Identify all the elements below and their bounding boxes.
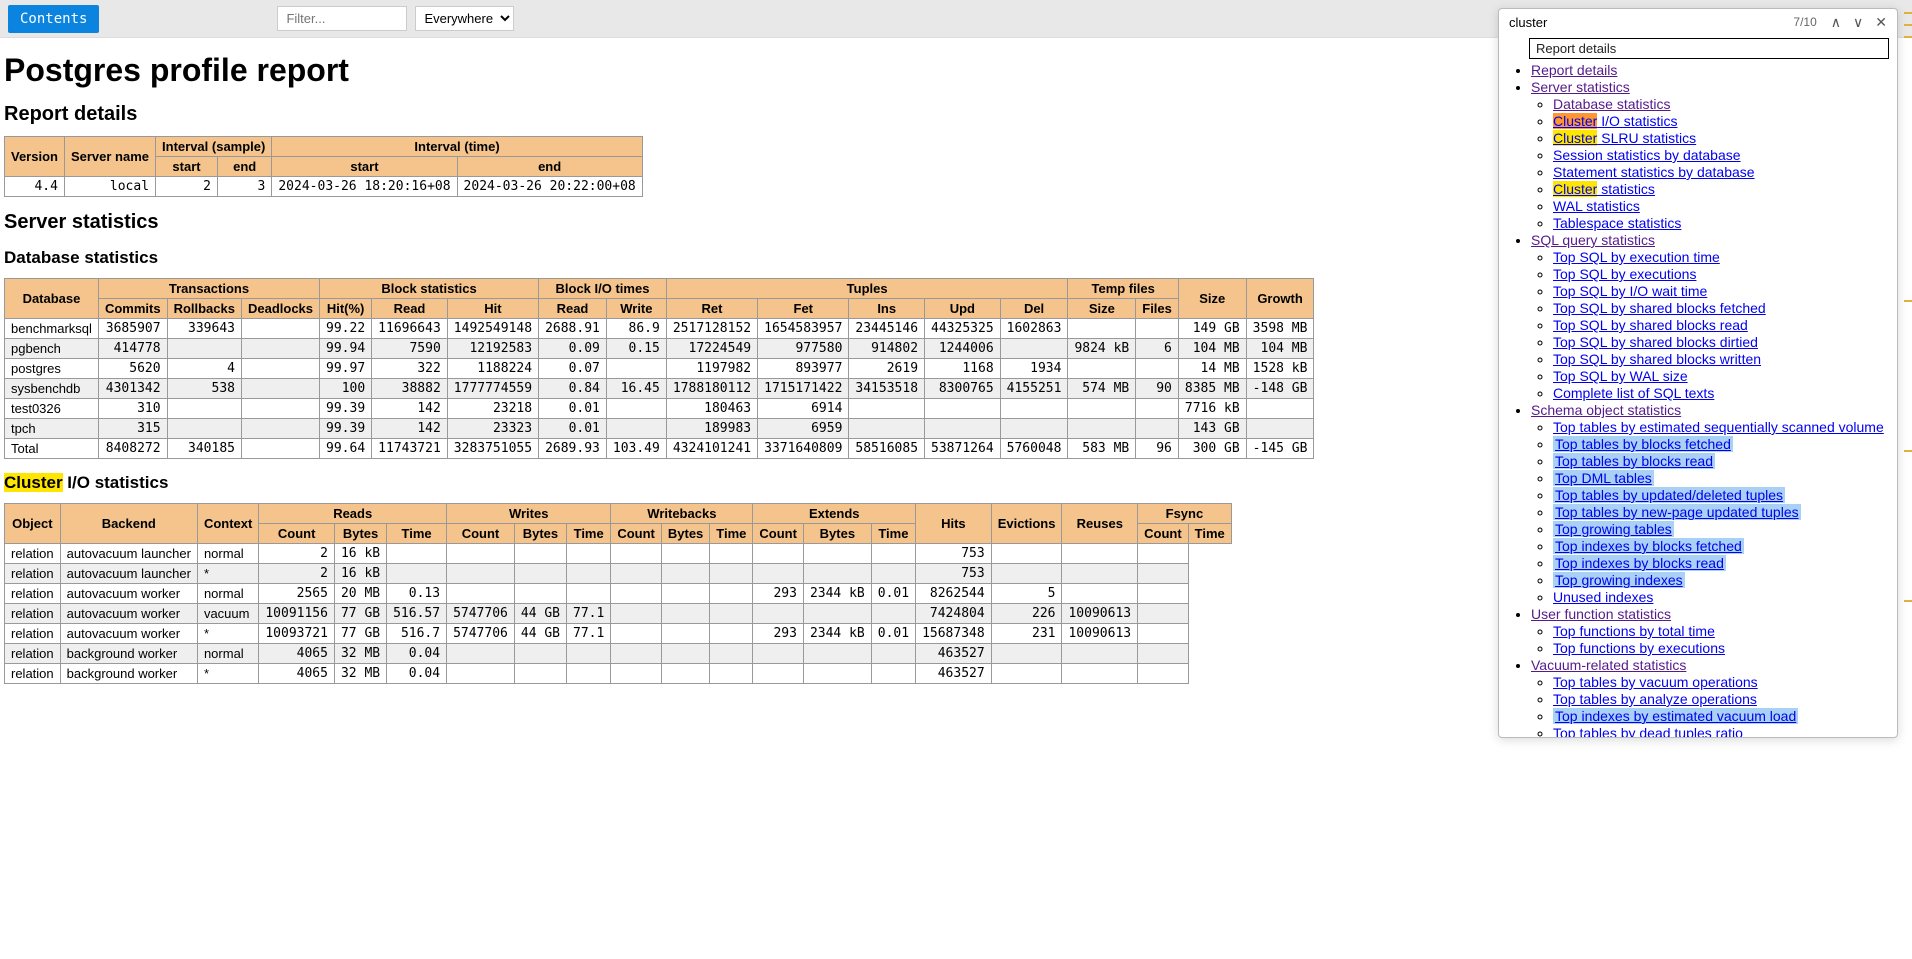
- toc-search-input[interactable]: [1507, 13, 1627, 32]
- db-stats-table: Database Transactions Block statistics B…: [4, 278, 1314, 459]
- toc-link[interactable]: Cluster SLRU statistics: [1553, 130, 1696, 146]
- col-start: start: [156, 157, 218, 177]
- col-interval-time: Interval (time): [272, 137, 642, 157]
- search-prev-button[interactable]: ∧: [1827, 13, 1845, 31]
- table-row: relationautovacuum workervacuum100911567…: [5, 604, 1232, 624]
- col-end: end: [218, 157, 272, 177]
- table-row: tpch31599.39142233230.011899836959143 GB: [5, 419, 1314, 439]
- toc-pane: 7/10 ∧ ∨ ✕ Report details Report details…: [1498, 8, 1898, 738]
- table-row: relationautovacuum workernormal256520 MB…: [5, 584, 1232, 604]
- toc-link[interactable]: Report details: [1531, 62, 1617, 78]
- table-row: sysbenchdb43013425381003888217777745590.…: [5, 379, 1314, 399]
- highlight-cluster: Cluster: [4, 473, 63, 492]
- col-version: Version: [5, 137, 65, 177]
- table-row: test032631099.39142232180.01180463691477…: [5, 399, 1314, 419]
- search-close-button[interactable]: ✕: [1871, 13, 1891, 31]
- table-row: pgbench41477899.947590121925830.090.1517…: [5, 339, 1314, 359]
- col-tstart: start: [272, 157, 457, 177]
- toc-body[interactable]: Report details Server statistics Databas…: [1499, 61, 1897, 738]
- table-row: relationautovacuum launchernormal216 kB7…: [5, 544, 1232, 564]
- toc-link[interactable]: Schema object statistics: [1531, 402, 1681, 418]
- toc-link[interactable]: User function statistics: [1531, 606, 1671, 622]
- io-stats-table: Object Backend Context Reads Writes Writ…: [4, 503, 1232, 684]
- col-interval-sample: Interval (sample): [156, 137, 272, 157]
- toc-link[interactable]: Session statistics by database: [1553, 147, 1741, 163]
- table-row: relationbackground workernormal406532 MB…: [5, 644, 1232, 664]
- table-row: relationbackground worker*406532 MB0.044…: [5, 664, 1232, 684]
- col-growth: Growth: [1246, 279, 1314, 319]
- col-bio: Block I/O times: [539, 279, 667, 299]
- toc-link[interactable]: Vacuum-related statistics: [1531, 657, 1686, 673]
- toc-link[interactable]: Database statistics: [1553, 96, 1671, 112]
- table-row: postgres5620499.9732211882240.0711979828…: [5, 359, 1314, 379]
- search-next-button[interactable]: ∨: [1849, 13, 1867, 31]
- col-bs: Block statistics: [320, 279, 539, 299]
- col-tend: end: [457, 157, 642, 177]
- toc-link[interactable]: Cluster statistics: [1553, 181, 1655, 197]
- toc-current-section: Report details: [1529, 38, 1889, 59]
- col-tup: Tuples: [666, 279, 1068, 299]
- col-server: Server name: [64, 137, 155, 177]
- toc-link[interactable]: Tablespace statistics: [1553, 215, 1681, 231]
- col-temp: Temp files: [1068, 279, 1178, 299]
- table-row: relationautovacuum worker*1009372177 GB5…: [5, 624, 1232, 644]
- details-row: 4.4 local 2 3 2024-03-26 18:20:16+08 202…: [5, 177, 643, 197]
- toc-link[interactable]: Statement statistics by database: [1553, 164, 1755, 180]
- contents-button[interactable]: Contents: [8, 5, 99, 33]
- col-size: Size: [1178, 279, 1246, 319]
- toc-link[interactable]: SQL query statistics: [1531, 232, 1655, 248]
- filter-input[interactable]: [277, 6, 407, 31]
- table-row: benchmarksql368590733964399.221169664314…: [5, 319, 1314, 339]
- toc-link[interactable]: Cluster I/O statistics: [1553, 113, 1677, 129]
- col-tx: Transactions: [98, 279, 319, 299]
- toc-link[interactable]: WAL statistics: [1553, 198, 1640, 214]
- scope-select[interactable]: Everywhere: [415, 6, 514, 31]
- table-row: relationautovacuum launcher*216 kB753: [5, 564, 1232, 584]
- table-row: Total840827234018599.6411743721328375105…: [5, 439, 1314, 459]
- search-count: 7/10: [1793, 15, 1816, 29]
- report-details-table: Version Server name Interval (sample) In…: [4, 136, 643, 197]
- col-db: Database: [5, 279, 99, 319]
- toc-link[interactable]: Server statistics: [1531, 79, 1630, 95]
